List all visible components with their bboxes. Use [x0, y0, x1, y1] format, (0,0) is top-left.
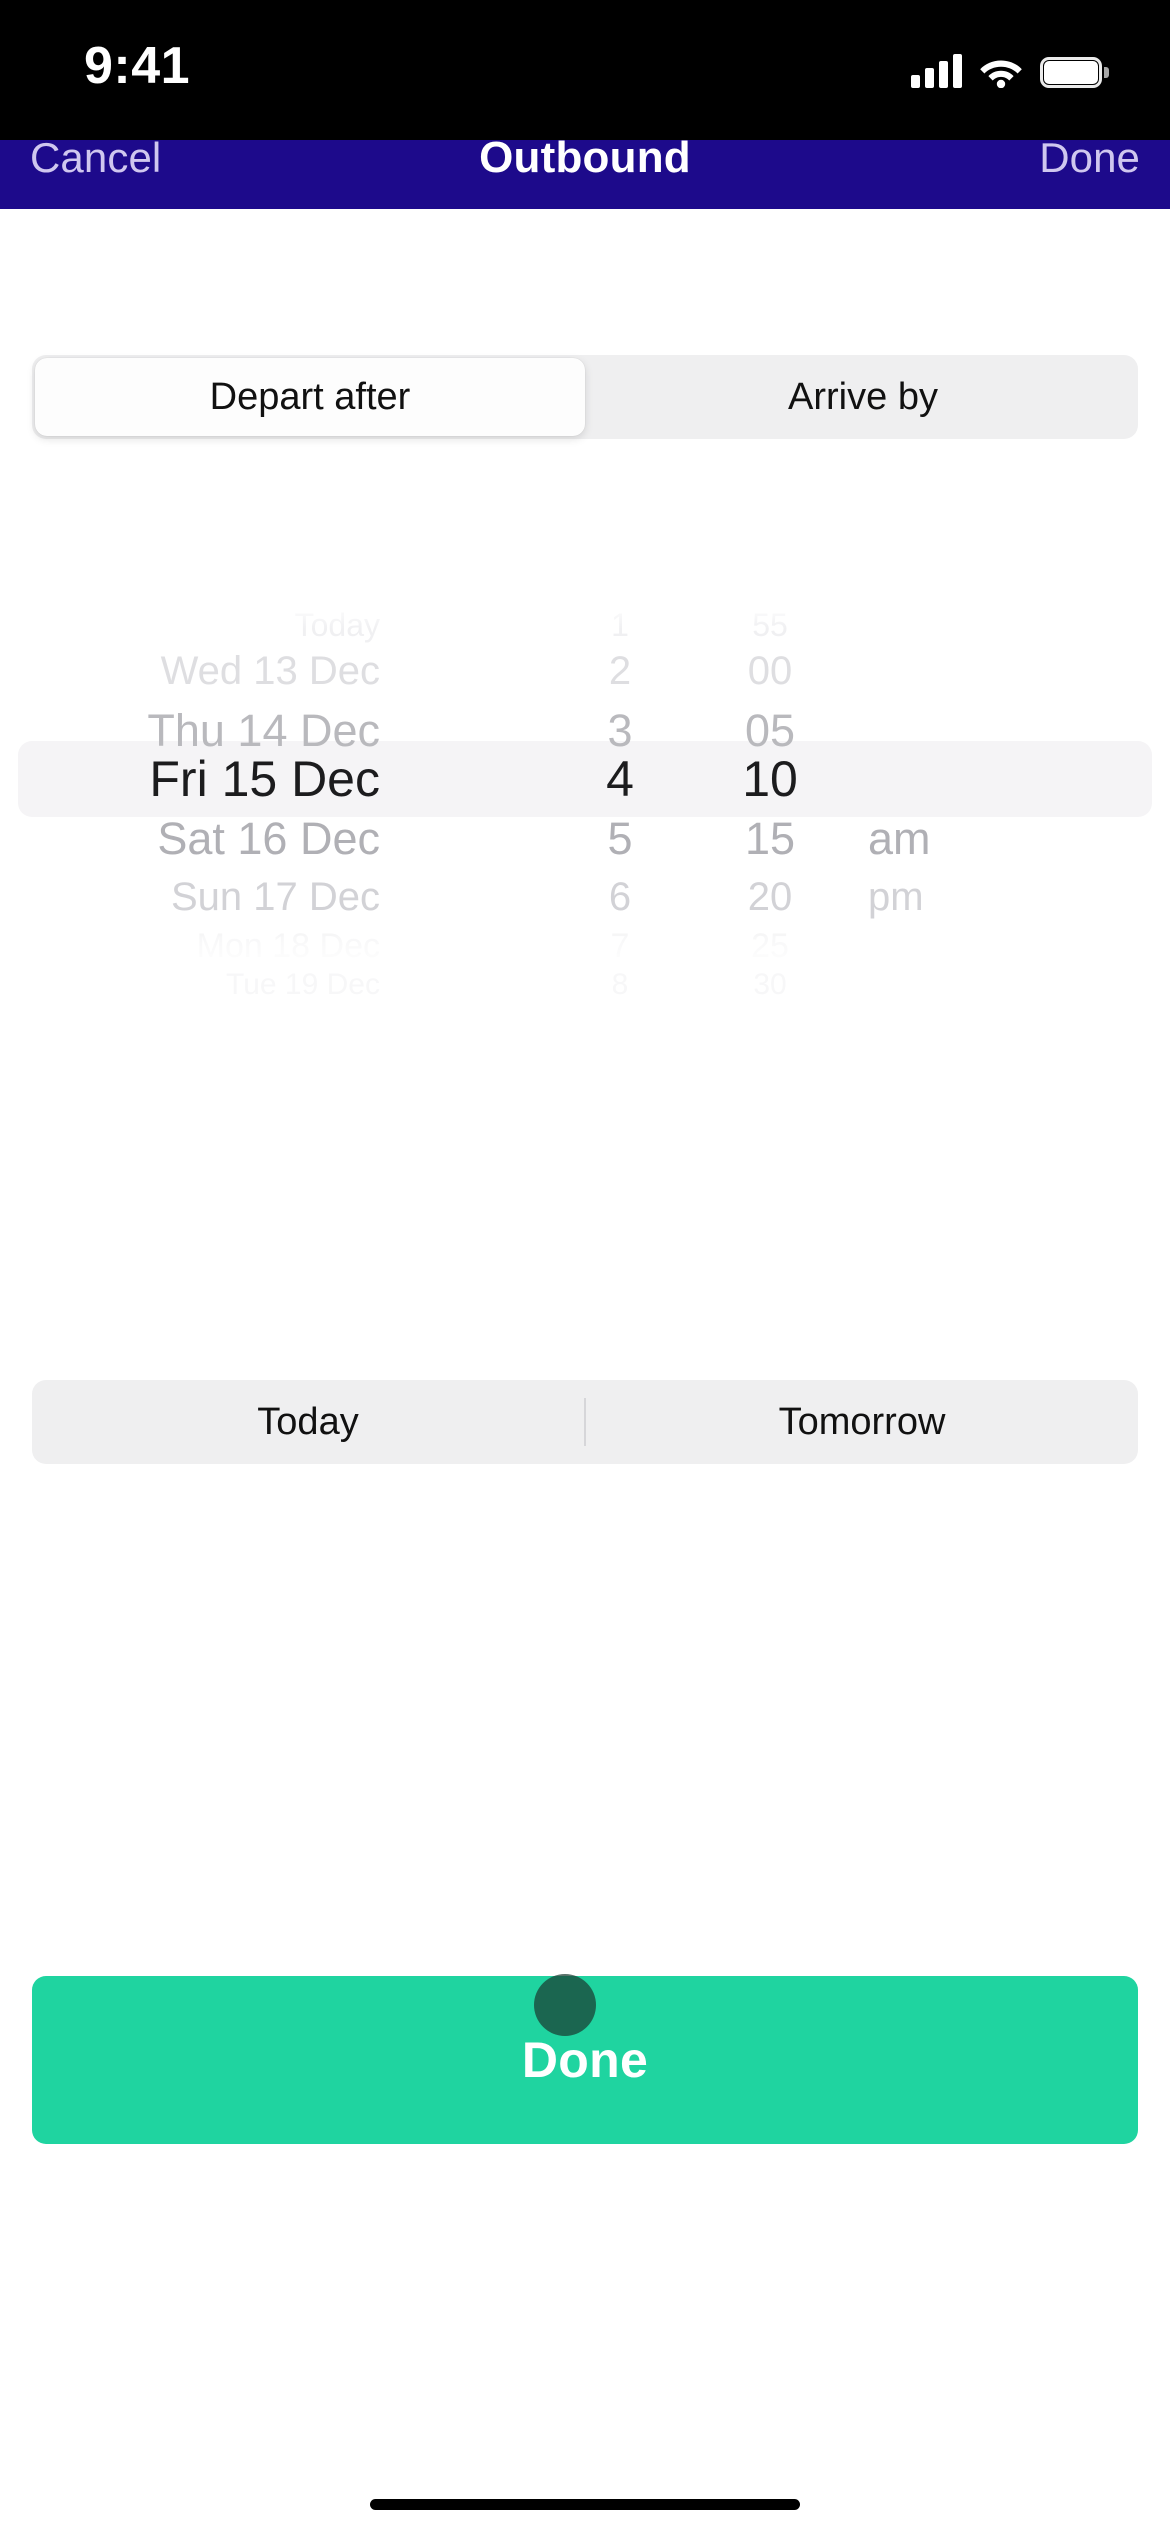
picker-minute-cell[interactable]: 30 [728, 970, 812, 1000]
picker-meridiem-cell-selected[interactable]: am [868, 816, 988, 861]
quick-option-tomorrow[interactable]: Tomorrow [586, 1380, 1138, 1464]
picker-row[interactable]: Tue 19 Dec 8 30 [0, 947, 1170, 1023]
segment-arrive-by[interactable]: Arrive by [588, 355, 1138, 439]
date-time-picker[interactable]: Today 1 55 Wed 13 Dec 2 00 Thu 14 Dec 3 … [0, 589, 1170, 1000]
picker-hour-cell[interactable]: 8 [596, 970, 644, 1000]
nav-done-button[interactable]: Done [1039, 134, 1140, 182]
status-bar-icons [911, 42, 1109, 88]
battery-full-icon [1040, 57, 1109, 88]
cellular-signal-icon [911, 54, 962, 88]
picker-hour-cell[interactable]: 2 [596, 651, 644, 691]
quick-option-today[interactable]: Today [32, 1380, 584, 1464]
wifi-icon [979, 55, 1023, 88]
date-time-picker-sheet: Cancel Outbound Done Depart after Arrive… [0, 106, 1170, 2532]
picker-date-cell-selected[interactable]: Sat 16 Dec [157, 816, 380, 861]
segment-depart-after[interactable]: Depart after [35, 358, 585, 436]
picker-minute-cell[interactable]: 00 [728, 651, 812, 691]
picker-hour-cell[interactable]: 4 [596, 754, 644, 804]
touch-cursor-indicator [534, 1974, 596, 2036]
picker-minute-cell-selected[interactable]: 15 [728, 816, 812, 861]
picker-date-cell[interactable]: Tue 19 Dec [226, 970, 380, 1000]
sheet-body: Depart after Arrive by Today 1 55 Wed 13… [0, 209, 1170, 2532]
status-bar-clock: 9:41 [84, 37, 191, 95]
picker-minute-cell[interactable]: 10 [728, 754, 812, 804]
depart-arrive-segmented-control: Depart after Arrive by [32, 355, 1138, 439]
quick-date-selector: Today Tomorrow [32, 1380, 1138, 1464]
home-indicator[interactable] [370, 2499, 800, 2510]
phone-screen: 9:41 Cancel Outbound Done Depart after A… [0, 0, 1170, 2532]
status-bar: 9:41 [0, 0, 1170, 140]
picker-hour-cell-selected[interactable]: 5 [596, 816, 644, 861]
cancel-button[interactable]: Cancel [30, 134, 161, 182]
sheet-title: Outbound [479, 132, 691, 182]
picker-date-cell[interactable]: Fri 15 Dec [149, 754, 380, 804]
done-button-label: Done [521, 2032, 649, 2088]
picker-date-cell[interactable]: Wed 13 Dec [161, 651, 380, 691]
